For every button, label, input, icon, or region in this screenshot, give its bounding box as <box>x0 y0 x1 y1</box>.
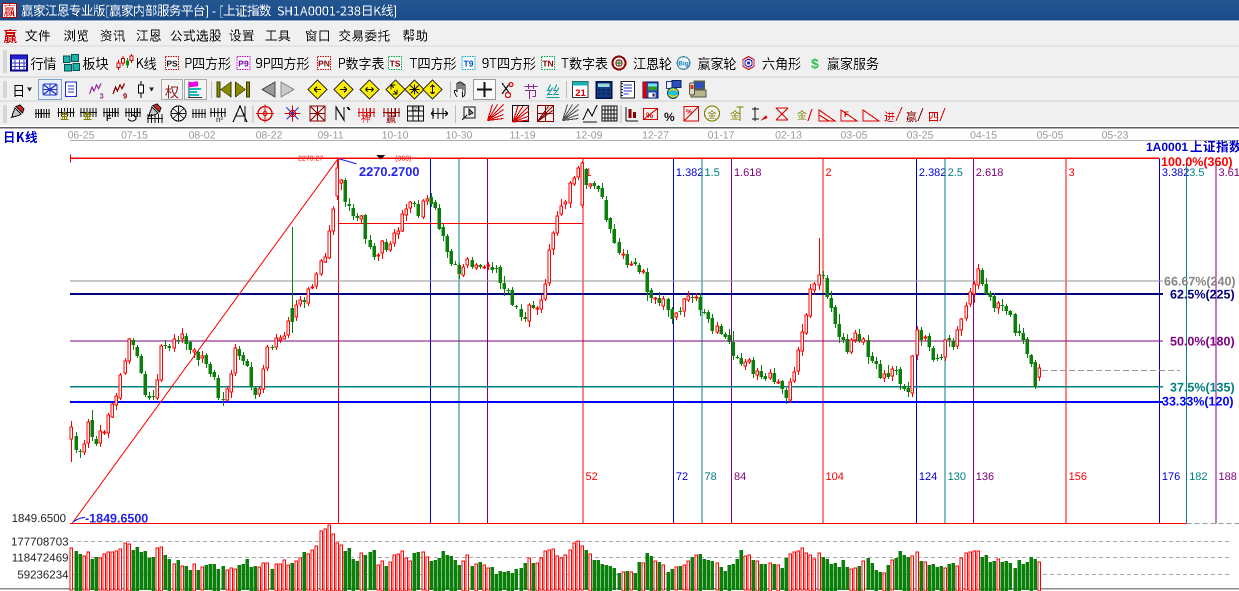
svg-text:2.5: 2.5 <box>948 167 963 179</box>
svg-text:33.33%(120): 33.33%(120) <box>1162 395 1234 409</box>
svg-text:156: 156 <box>1069 471 1087 483</box>
svg-text:05-05: 05-05 <box>1037 130 1064 142</box>
svg-text:2: 2 <box>826 167 832 179</box>
svg-text:130: 130 <box>948 471 966 483</box>
svg-text:78: 78 <box>705 471 717 483</box>
svg-text:9: 9 <box>123 92 127 101</box>
svg-text:2270.27: 2270.27 <box>298 156 323 163</box>
svg-text:07-15: 07-15 <box>121 130 148 142</box>
svg-text:PS: PS <box>166 59 178 69</box>
svg-text:%: % <box>664 110 675 124</box>
svg-text:3: 3 <box>100 92 104 101</box>
svg-text:12-27: 12-27 <box>642 130 669 142</box>
svg-text:Big: Big <box>678 61 689 68</box>
svg-text:05-23: 05-23 <box>1102 130 1129 142</box>
svg-text:08-22: 08-22 <box>256 130 283 142</box>
svg-text:1.382: 1.382 <box>676 167 704 179</box>
svg-text:37.5%(135): 37.5%(135) <box>1170 381 1235 395</box>
svg-text:%: % <box>686 109 693 116</box>
svg-text:n²: n² <box>216 115 223 124</box>
svg-text:10-30: 10-30 <box>446 130 473 142</box>
svg-text:100.0%(360): 100.0%(360) <box>1161 155 1233 169</box>
svg-text:182: 182 <box>1189 471 1207 483</box>
svg-text:1A0001: 1A0001 <box>1146 140 1188 154</box>
svg-text:1.618: 1.618 <box>734 167 762 179</box>
svg-text:1849.6500: 1849.6500 <box>12 513 66 525</box>
svg-text:02-13: 02-13 <box>775 130 802 142</box>
svg-text:123: 123 <box>411 107 420 113</box>
svg-text:03-25: 03-25 <box>907 130 934 142</box>
svg-text:08-02: 08-02 <box>189 130 216 142</box>
svg-text:T9: T9 <box>464 59 474 69</box>
svg-text:136: 136 <box>976 471 994 483</box>
svg-text:03-05: 03-05 <box>841 130 868 142</box>
svg-text:09-11: 09-11 <box>317 130 343 142</box>
svg-text:2270.2700: 2270.2700 <box>359 164 420 179</box>
svg-text:1.5: 1.5 <box>705 167 720 179</box>
svg-text:F: F <box>844 110 849 119</box>
svg-text:2.618: 2.618 <box>976 167 1004 179</box>
svg-text:06-25: 06-25 <box>68 130 95 142</box>
svg-text:-1849.6500: -1849.6500 <box>85 512 148 526</box>
svg-text:01-17: 01-17 <box>708 130 735 142</box>
svg-text:66.67%(240): 66.67%(240) <box>1164 275 1236 289</box>
svg-text:TN: TN <box>542 59 553 69</box>
svg-text:72: 72 <box>676 471 688 483</box>
svg-text:PN: PN <box>318 59 330 69</box>
svg-text:10-10: 10-10 <box>382 130 409 142</box>
svg-text:59236234: 59236234 <box>17 570 69 582</box>
svg-text:84: 84 <box>734 471 746 483</box>
svg-text:%: % <box>646 111 653 120</box>
svg-text:P9: P9 <box>238 59 249 69</box>
svg-text:62.5%(225): 62.5%(225) <box>1170 288 1235 302</box>
svg-text:188: 188 <box>1219 471 1237 483</box>
svg-text:2.382: 2.382 <box>919 167 947 179</box>
svg-text:F: F <box>106 113 112 123</box>
svg-text:176: 176 <box>1162 471 1180 483</box>
svg-text:118472469: 118472469 <box>12 553 69 565</box>
svg-text:104: 104 <box>826 471 844 483</box>
svg-text:177708703: 177708703 <box>11 537 69 549</box>
svg-text:124: 124 <box>919 471 937 483</box>
svg-text:$: $ <box>811 56 819 72</box>
svg-text:(360): (360) <box>395 155 411 163</box>
svg-text:TS: TS <box>390 59 401 69</box>
svg-text:21: 21 <box>575 88 586 99</box>
svg-text:3: 3 <box>1069 167 1075 179</box>
svg-text:11-19: 11-19 <box>509 130 535 142</box>
svg-text:52: 52 <box>586 471 598 483</box>
svg-text:50.0%(180): 50.0%(180) <box>1170 335 1235 349</box>
svg-text:04-15: 04-15 <box>970 130 997 142</box>
svg-text:12-09: 12-09 <box>576 130 603 142</box>
